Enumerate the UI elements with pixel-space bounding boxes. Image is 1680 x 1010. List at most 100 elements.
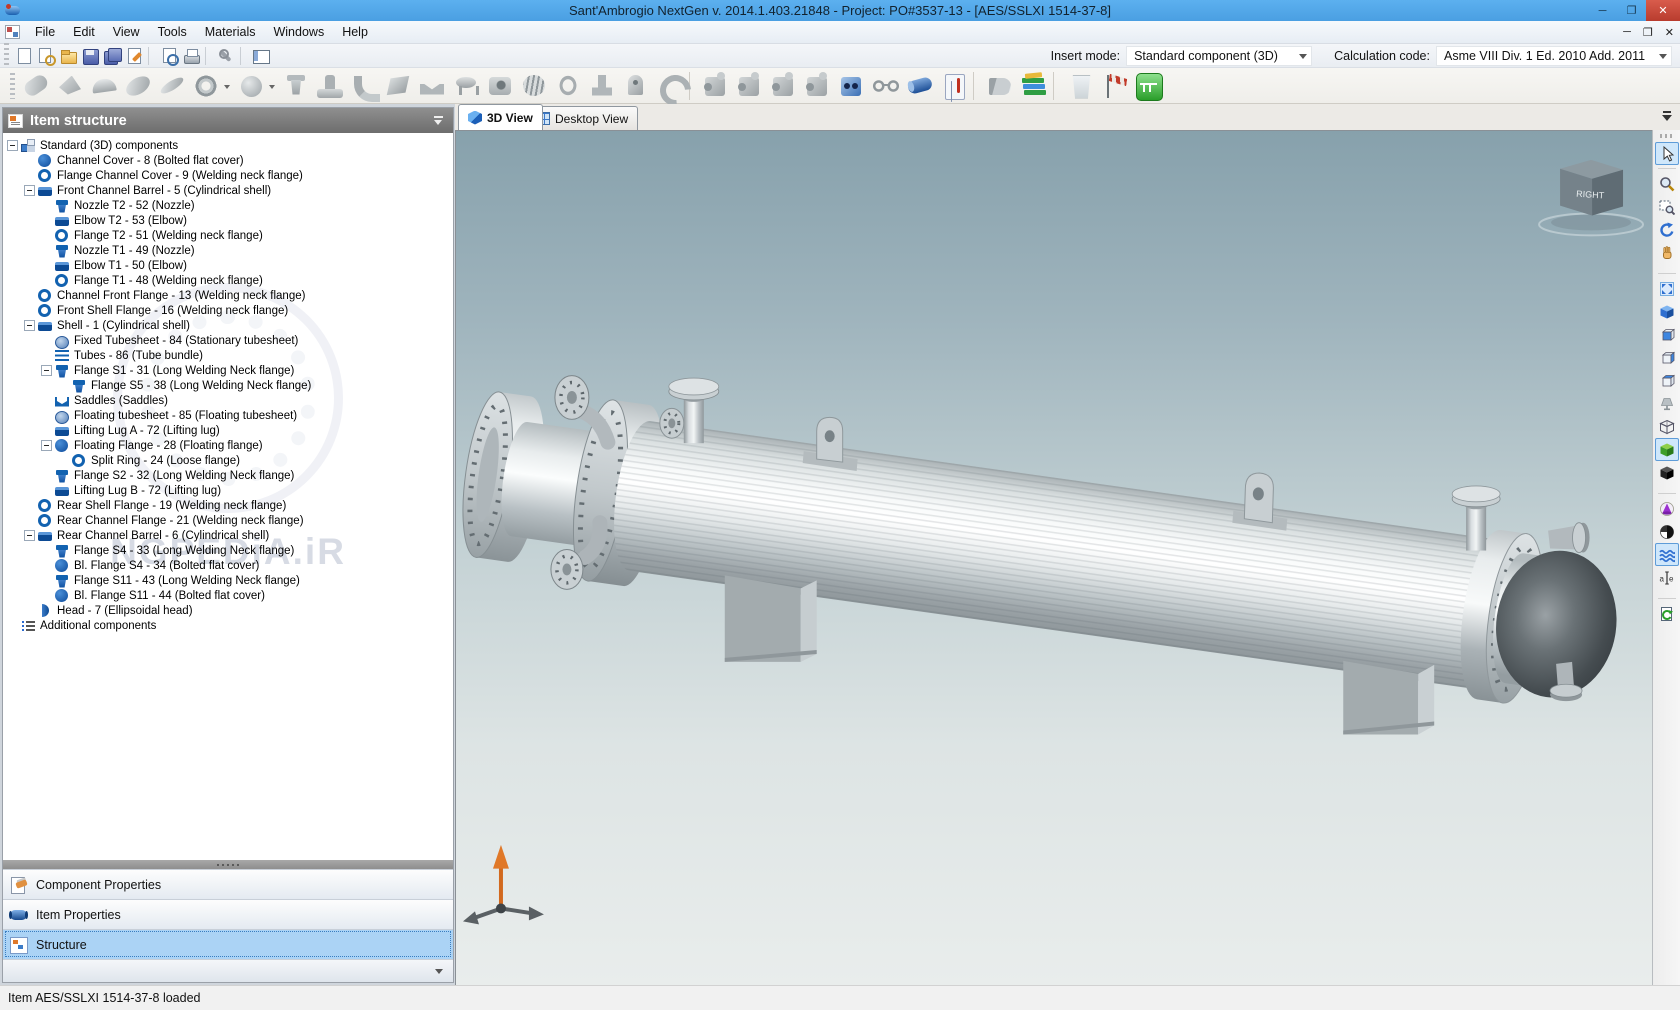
new-document-icon[interactable] xyxy=(14,47,34,65)
panel-menu-icon[interactable] xyxy=(433,115,445,127)
open-folder-icon[interactable] xyxy=(58,47,78,65)
cylindrical-shell-icon[interactable] xyxy=(19,70,53,102)
flange-icon[interactable] xyxy=(189,70,223,102)
tree-item[interactable]: Split Ring - 24 (Loose flange) xyxy=(3,453,453,468)
view-cube[interactable]: RIGHT xyxy=(1539,160,1643,236)
tree-item[interactable]: Channel Cover - 8 (Bolted flat cover) xyxy=(3,153,453,168)
menu-item[interactable]: Tools xyxy=(149,22,196,42)
minimize-button[interactable]: ─ xyxy=(1588,0,1617,21)
tree-expander-icon[interactable] xyxy=(7,140,18,151)
tree-item[interactable]: Nozzle T1 - 49 (Nozzle) xyxy=(3,243,453,258)
properties-icon[interactable] xyxy=(124,47,144,65)
project-icon[interactable] xyxy=(5,25,20,39)
insert-nozzle-icon[interactable] xyxy=(903,70,937,102)
tree-item[interactable]: Additional components xyxy=(3,618,453,633)
menu-item[interactable]: View xyxy=(104,22,149,42)
rotate-view-icon[interactable] xyxy=(1655,218,1679,241)
tree-item[interactable]: Flange S2 - 32 (Long Welding Neck flange… xyxy=(3,468,453,483)
tree-item[interactable]: Bl. Flange S4 - 34 (Bolted flat cover) xyxy=(3,558,453,573)
transition-icon[interactable] xyxy=(381,70,415,102)
tree-item[interactable]: Floating Flange - 28 (Floating flange) xyxy=(3,438,453,453)
zoom-icon[interactable] xyxy=(1655,172,1679,195)
tree-item[interactable]: Flange S11 - 43 (Long Welding Neck flang… xyxy=(3,573,453,588)
panel-button-item-properties[interactable]: Item Properties xyxy=(3,899,453,929)
menu-item[interactable]: File xyxy=(26,22,64,42)
refresh-view-icon[interactable] xyxy=(1655,602,1679,625)
component-tool-4-icon[interactable] xyxy=(801,70,835,102)
wireframe-view-icon[interactable] xyxy=(1655,415,1679,438)
tree-item[interactable]: Flange S4 - 33 (Long Welding Neck flange… xyxy=(3,543,453,558)
bolted-cover-icon[interactable] xyxy=(234,70,268,102)
isometric-view-icon[interactable] xyxy=(1655,300,1679,323)
print-icon[interactable] xyxy=(181,47,201,65)
mdi-restore-icon[interactable]: ❐ xyxy=(1643,26,1653,39)
tree-item[interactable]: Nozzle T2 - 52 (Nozzle) xyxy=(3,198,453,213)
insert-mode-select[interactable]: Standard component (3D) xyxy=(1126,46,1312,66)
tab-3d-view[interactable]: 3D View xyxy=(458,104,543,130)
panel-button-structure[interactable]: Structure xyxy=(3,929,453,959)
tree-item[interactable]: Flange S5 - 38 (Long Welding Neck flange… xyxy=(3,378,453,393)
dished-head-icon[interactable] xyxy=(155,70,189,102)
panel-button-component-properties[interactable]: Component Properties xyxy=(3,869,453,899)
inspect-icon[interactable] xyxy=(869,70,903,102)
empty-vessel-icon[interactable] xyxy=(1063,70,1097,102)
show-fluid-icon[interactable] xyxy=(1655,543,1679,566)
tree-expander-icon[interactable] xyxy=(24,320,35,331)
tab-desktop-view[interactable]: Desktop View xyxy=(527,106,638,130)
calculation-check-icon[interactable] xyxy=(1131,70,1165,102)
legs-support-icon[interactable] xyxy=(449,70,483,102)
render-sphere-icon[interactable] xyxy=(1655,520,1679,543)
render-solid-green-icon[interactable] xyxy=(1655,438,1679,461)
tree-item[interactable]: Flange T2 - 51 (Welding neck flange) xyxy=(3,228,453,243)
tree-item[interactable]: Floating tubesheet - 85 (Floating tubesh… xyxy=(3,408,453,423)
toolbar-separator[interactable] xyxy=(1053,72,1061,100)
wind-load-icon[interactable] xyxy=(1097,70,1131,102)
calculation-code-select[interactable]: Asme VIII Div. 1 Ed. 2010 Add. 2011 xyxy=(1436,46,1672,66)
tree-item[interactable]: Front Shell Flange - 16 (Welding neck fl… xyxy=(3,303,453,318)
tree-item[interactable]: Rear Channel Barrel - 6 (Cylindrical she… xyxy=(3,528,453,543)
mdi-minimize-icon[interactable]: ─ xyxy=(1623,26,1631,39)
tools-icon[interactable] xyxy=(216,47,236,65)
save-icon[interactable] xyxy=(80,47,100,65)
ellipsoidal-head-icon[interactable] xyxy=(121,70,155,102)
tree-item[interactable]: Rear Shell Flange - 19 (Welding neck fla… xyxy=(3,498,453,513)
pan-icon[interactable] xyxy=(1655,241,1679,264)
tree-expander-icon[interactable] xyxy=(41,365,52,376)
tree-expander-icon[interactable] xyxy=(24,530,35,541)
mdi-close-icon[interactable]: ✕ xyxy=(1665,26,1674,39)
panel-splitter[interactable] xyxy=(3,860,453,869)
tree-item[interactable]: Bl. Flange S11 - 44 (Bolted flat cover) xyxy=(3,588,453,603)
tree-item[interactable]: Saddles (Saddles) xyxy=(3,393,453,408)
nozzle-icon[interactable] xyxy=(279,70,313,102)
3d-viewport[interactable]: RIGHT xyxy=(455,130,1652,985)
menu-item[interactable]: Edit xyxy=(64,22,104,42)
tree-item[interactable]: Elbow T2 - 53 (Elbow) xyxy=(3,213,453,228)
tree-item[interactable]: Flange T1 - 48 (Welding neck flange) xyxy=(3,273,453,288)
front-view-icon[interactable] xyxy=(1655,323,1679,346)
component-tool-3-icon[interactable] xyxy=(767,70,801,102)
tree-expander-icon[interactable] xyxy=(41,440,52,451)
toolbar-overflow-icon[interactable] xyxy=(1662,111,1673,123)
tree-item[interactable]: Lifting Lug B - 72 (Lifting lug) xyxy=(3,483,453,498)
panel-overflow-bar[interactable] xyxy=(3,959,453,982)
saddle-icon[interactable] xyxy=(415,70,449,102)
tree-expander-icon[interactable] xyxy=(24,185,35,196)
zoom-window-icon[interactable] xyxy=(1655,195,1679,218)
cover-dropdown-arrow-icon[interactable] xyxy=(268,72,279,100)
tube-bundle-icon[interactable] xyxy=(517,70,551,102)
menu-item[interactable]: Materials xyxy=(196,22,265,42)
toolbar-separator[interactable] xyxy=(973,72,981,100)
tree-item[interactable]: Front Channel Barrel - 5 (Cylindrical sh… xyxy=(3,183,453,198)
tree-item[interactable]: Fixed Tubesheet - 84 (Stationary tubeshe… xyxy=(3,333,453,348)
tree-item[interactable]: Head - 7 (Ellipsoidal head) xyxy=(3,603,453,618)
close-button[interactable]: ✕ xyxy=(1646,0,1680,21)
window-layout-icon[interactable] xyxy=(251,47,271,65)
tree-item[interactable]: Tubes - 86 (Tube bundle) xyxy=(3,348,453,363)
conical-shell-icon[interactable] xyxy=(53,70,87,102)
component-tool-1-icon[interactable] xyxy=(699,70,733,102)
render-solid-dark-icon[interactable] xyxy=(1655,461,1679,484)
perspective-icon[interactable] xyxy=(1655,497,1679,520)
tree-item[interactable]: Lifting Lug A - 72 (Lifting lug) xyxy=(3,423,453,438)
design-conditions-icon[interactable] xyxy=(937,70,971,102)
tree-item[interactable]: Rear Channel Flange - 21 (Welding neck f… xyxy=(3,513,453,528)
